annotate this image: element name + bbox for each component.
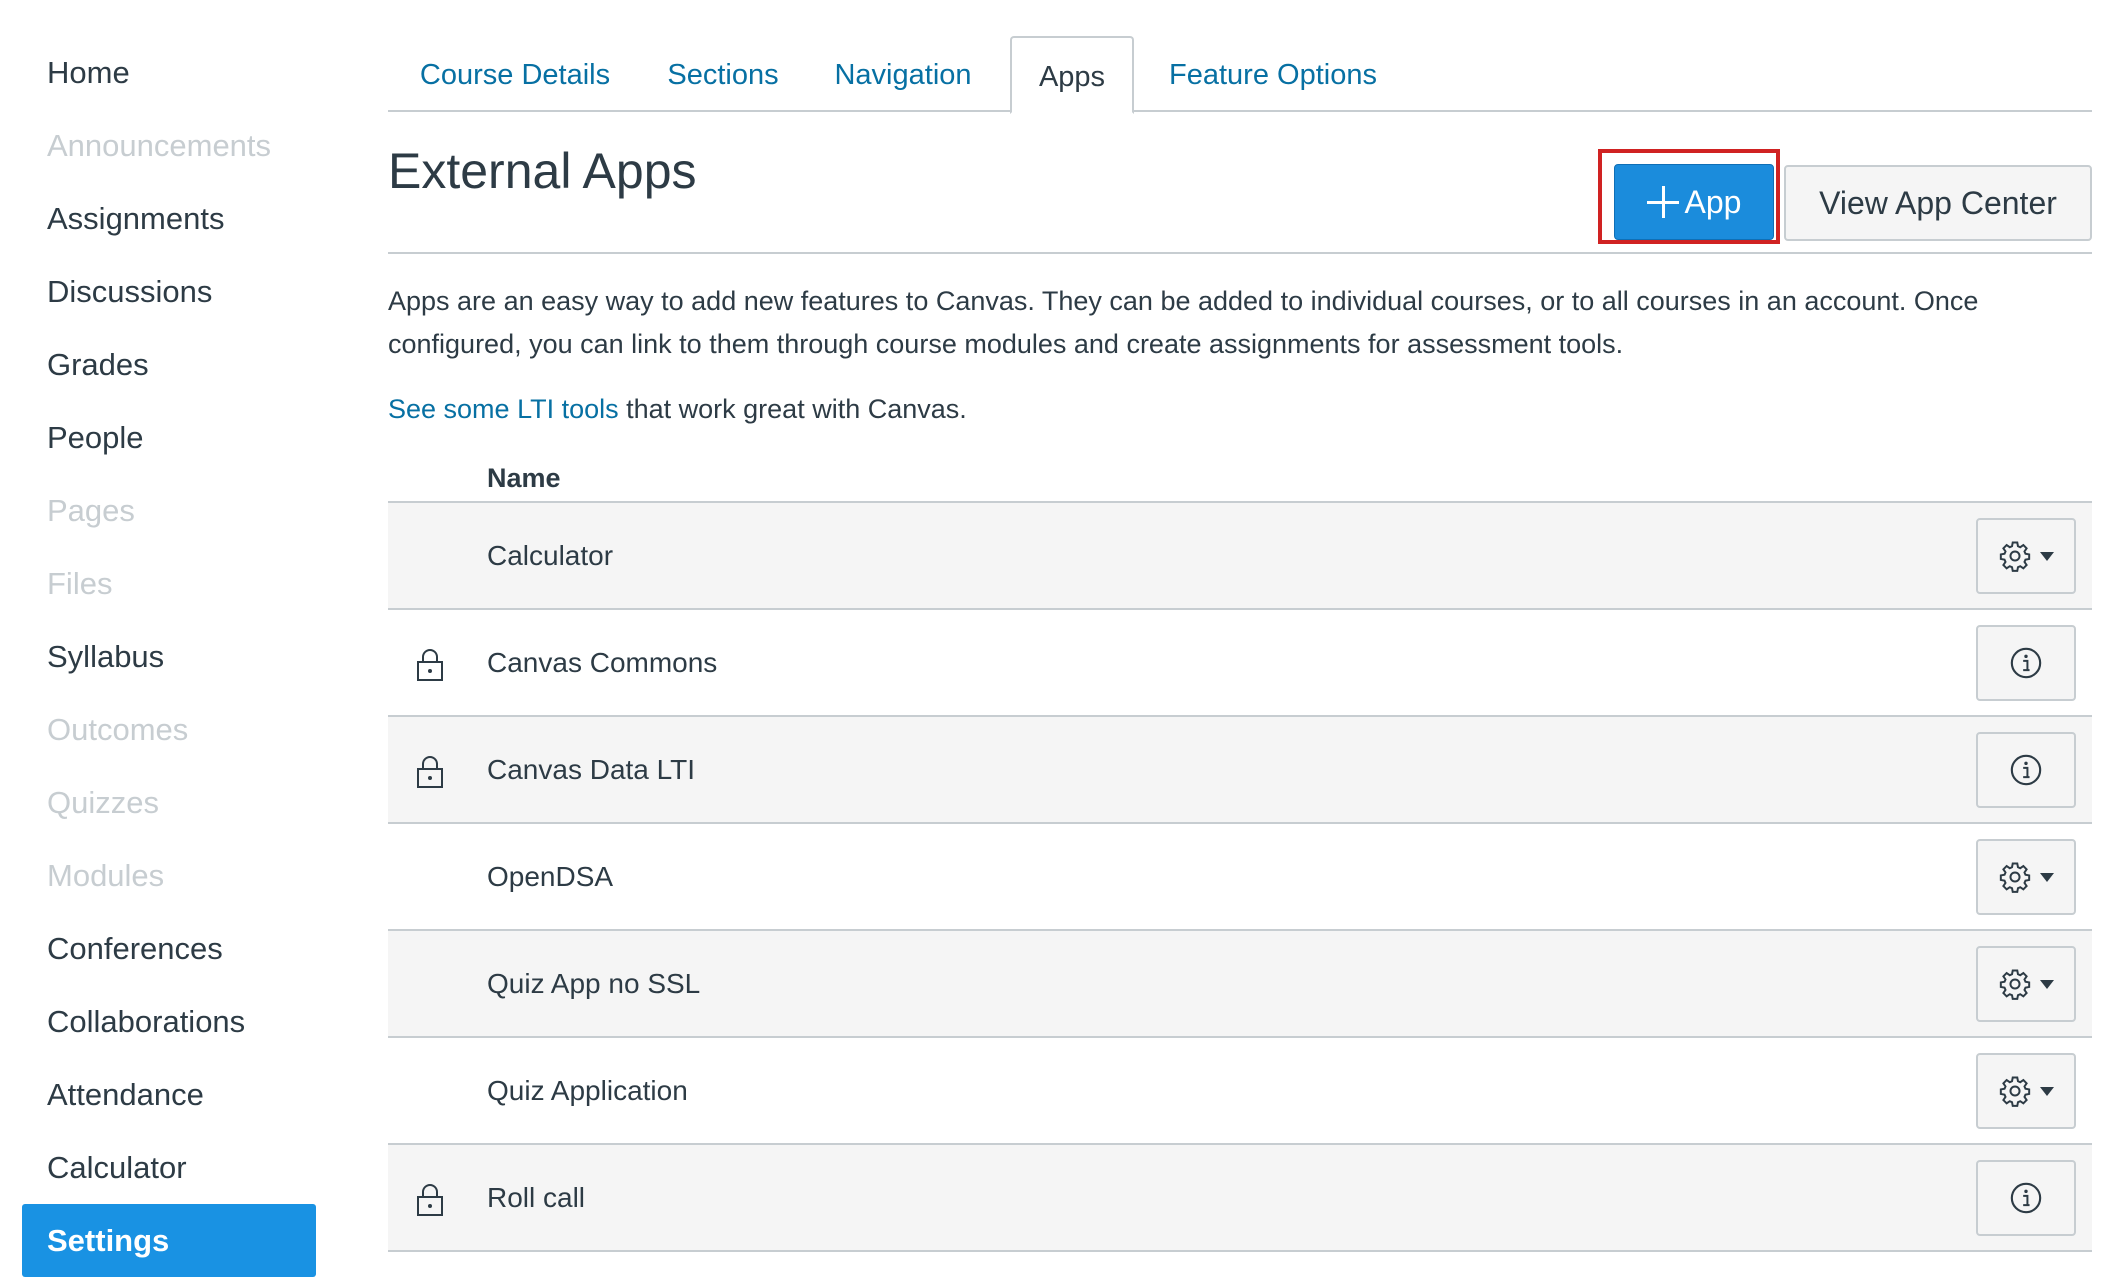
settings-tabs: Course Details Sections Navigation Apps …: [388, 36, 2092, 114]
nav-item-calculator[interactable]: Calculator: [22, 1131, 316, 1204]
nav-item-collaborations[interactable]: Collaborations: [22, 985, 316, 1058]
nav-item-attendance[interactable]: Attendance: [22, 1058, 316, 1131]
nav-item-files[interactable]: Files: [22, 547, 316, 620]
table-row: Quiz Application: [388, 1038, 2092, 1145]
view-app-center-button[interactable]: View App Center: [1784, 165, 2092, 241]
gear-icon: [1999, 969, 2031, 1000]
nav-item-conferences[interactable]: Conferences: [22, 912, 316, 985]
tab-course-details[interactable]: Course Details: [414, 36, 616, 110]
info-icon: [2010, 1182, 2042, 1214]
nav-item-announcements[interactable]: Announcements: [22, 109, 316, 182]
app-name: Canvas Commons: [487, 647, 718, 678]
table-row: Canvas Commons: [388, 610, 2092, 717]
lti-tools-suffix: that work great with Canvas.: [618, 394, 967, 424]
plus-icon: [1646, 186, 1679, 218]
nav-item-quizzes[interactable]: Quizzes: [22, 766, 316, 839]
main-content: Course Details Sections Navigation Apps …: [388, 36, 2092, 1252]
gear-icon: [1999, 541, 2031, 572]
apps-description: Apps are an easy way to add new features…: [388, 286, 1979, 359]
gear-icon: [1999, 862, 2031, 893]
app-name: Quiz Application: [487, 1075, 688, 1106]
column-header-name: Name: [388, 453, 2092, 503]
app-settings-menu-button[interactable]: [1976, 518, 2076, 594]
lock-icon: [417, 756, 443, 788]
lti-tools-link[interactable]: See some LTI tools: [388, 394, 619, 424]
table-row: Roll call: [388, 1145, 2092, 1252]
info-icon: [2010, 754, 2042, 786]
app-settings-menu-button[interactable]: [1976, 839, 2076, 915]
app-name: Quiz App no SSL: [487, 968, 701, 999]
add-app-button[interactable]: App: [1614, 164, 1774, 240]
external-apps-table: Name Calculator Canvas Commons Canvas Da…: [388, 453, 2092, 1252]
lock-icon: [417, 1184, 443, 1216]
caret-down-icon: [2040, 979, 2054, 989]
nav-item-grades[interactable]: Grades: [22, 328, 316, 401]
caret-down-icon: [2040, 1086, 2054, 1096]
tab-sections[interactable]: Sections: [662, 36, 784, 110]
lti-tools-line: See some LTI tools that work great with …: [388, 388, 2092, 431]
tab-navigation[interactable]: Navigation: [830, 36, 976, 110]
course-navigation: Home Announcements Assignments Discussio…: [22, 36, 316, 1277]
table-row: Quiz App no SSL: [388, 931, 2092, 1038]
nav-item-assignments[interactable]: Assignments: [22, 182, 316, 255]
table-row: OpenDSA: [388, 824, 2092, 931]
nav-item-settings[interactable]: Settings: [22, 1204, 316, 1277]
app-info-button[interactable]: [1976, 732, 2076, 808]
page-header: External Apps App View App Center: [388, 112, 2092, 254]
nav-item-home[interactable]: Home: [22, 36, 316, 109]
page-title: External Apps: [388, 143, 697, 199]
app-info-button[interactable]: [1976, 1160, 2076, 1236]
table-row: Canvas Data LTI: [388, 717, 2092, 824]
app-settings-menu-button[interactable]: [1976, 946, 2076, 1022]
app-name: Roll call: [487, 1182, 586, 1213]
add-app-label: App: [1684, 183, 1742, 220]
caret-down-icon: [2040, 872, 2054, 882]
app-name: Canvas Data LTI: [487, 754, 696, 785]
table-row: Calculator: [388, 503, 2092, 610]
tab-feature-options[interactable]: Feature Options: [1168, 36, 1378, 110]
app-settings-menu-button[interactable]: [1976, 1053, 2076, 1129]
nav-item-syllabus[interactable]: Syllabus: [22, 620, 316, 693]
caret-down-icon: [2040, 551, 2054, 561]
app-name: Calculator: [487, 540, 614, 571]
nav-item-modules[interactable]: Modules: [22, 839, 316, 912]
nav-item-pages[interactable]: Pages: [22, 474, 316, 547]
nav-item-outcomes[interactable]: Outcomes: [22, 693, 316, 766]
nav-item-people[interactable]: People: [22, 401, 316, 474]
lock-icon: [417, 649, 443, 681]
info-icon: [2010, 647, 2042, 679]
app-name: OpenDSA: [487, 861, 614, 892]
gear-icon: [1999, 1076, 2031, 1107]
nav-item-discussions[interactable]: Discussions: [22, 255, 316, 328]
app-info-button[interactable]: [1976, 625, 2076, 701]
tab-apps[interactable]: Apps: [1010, 36, 1134, 114]
